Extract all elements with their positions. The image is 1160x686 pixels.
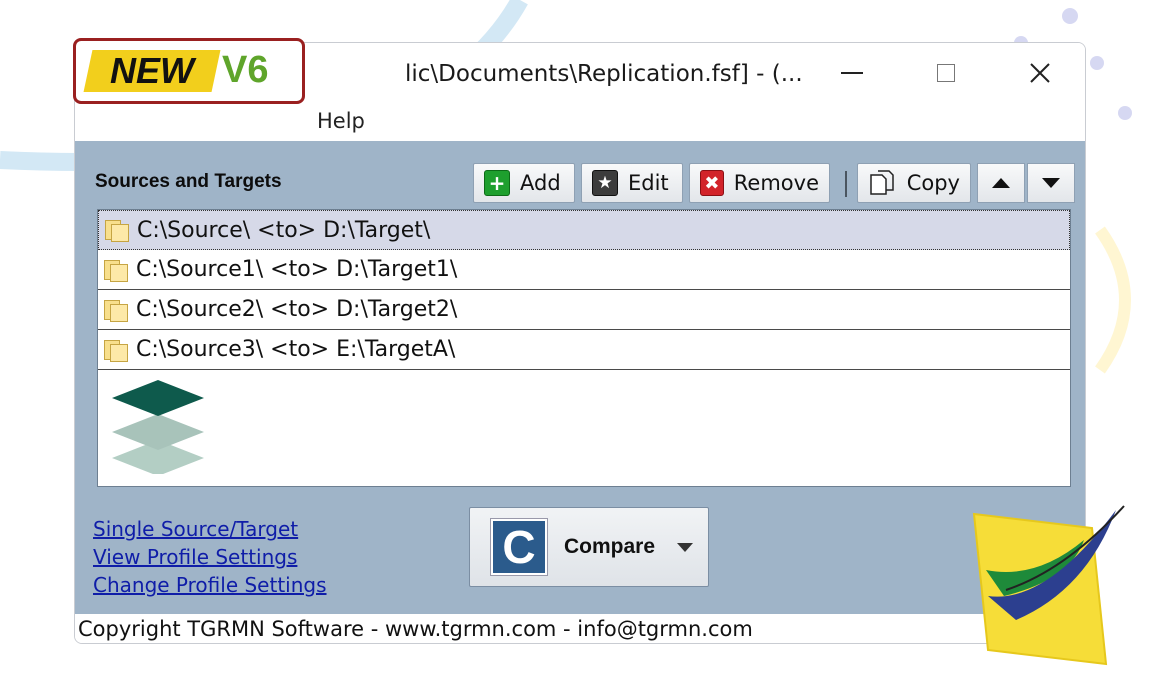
main-panel: Sources and Targets + Add ★ Edit ✖ Remov… <box>75 141 1085 614</box>
badge-new-label: NEW <box>83 50 221 92</box>
edit-button[interactable]: ★ Edit <box>581 163 683 203</box>
edit-button-label: Edit <box>628 171 669 195</box>
window-title: lic\Documents\Replication.fsf] - (... <box>405 61 803 87</box>
close-icon <box>1030 63 1050 83</box>
minimize-button[interactable] <box>827 53 877 93</box>
view-profile-settings-link[interactable]: View Profile Settings <box>93 543 327 571</box>
list-item[interactable]: C:\Source\ <to> D:\Target\ <box>98 210 1070 250</box>
compare-button[interactable]: C Compare <box>469 507 709 587</box>
list-item-label: C:\Source1\ <to> D:\Target1\ <box>136 257 458 282</box>
compare-icon: C <box>490 518 548 576</box>
copy-button[interactable]: Copy <box>857 163 971 203</box>
decor-dot <box>1062 8 1078 24</box>
folder-icon <box>105 218 131 242</box>
list-item[interactable]: C:\Source3\ <to> E:\TargetA\ <box>98 330 1070 370</box>
remove-button[interactable]: ✖ Remove <box>689 163 830 203</box>
decor-dot <box>1118 106 1132 120</box>
list-item-label: C:\Source3\ <to> E:\TargetA\ <box>136 337 456 362</box>
compare-button-label: Compare <box>564 535 656 558</box>
list-item[interactable]: C:\Source1\ <to> D:\Target1\ <box>98 250 1070 290</box>
folder-icon <box>104 258 130 282</box>
move-up-button[interactable] <box>977 163 1025 203</box>
sources-targets-list[interactable]: C:\Source\ <to> D:\Target\ C:\Source1\ <… <box>97 209 1071 487</box>
arrow-up-icon <box>992 178 1010 188</box>
menu-bar: Help <box>75 103 1085 139</box>
copy-button-label: Copy <box>906 171 960 195</box>
section-label: Sources and Targets <box>95 171 282 192</box>
layers-logo-icon <box>112 380 204 474</box>
maximize-icon <box>937 64 955 82</box>
close-button[interactable] <box>1015 53 1065 93</box>
badge-version-label: V6 <box>222 49 269 91</box>
folder-icon <box>104 298 130 322</box>
single-source-target-link[interactable]: Single Source/Target <box>93 515 327 543</box>
maximize-button[interactable] <box>921 53 971 93</box>
copy-icon <box>868 170 897 196</box>
move-down-button[interactable] <box>1027 163 1075 203</box>
list-item[interactable]: C:\Source2\ <to> D:\Target2\ <box>98 290 1070 330</box>
add-button-label: Add <box>520 171 561 195</box>
status-bar: Copyright TGRMN Software - www.tgrmn.com… <box>75 614 1085 643</box>
list-item-label: C:\Source\ <to> D:\Target\ <box>137 217 431 243</box>
profile-links: Single Source/Target View Profile Settin… <box>93 515 327 599</box>
product-logo-icon <box>972 505 1125 666</box>
star-icon: ★ <box>592 170 618 196</box>
list-item-label: C:\Source2\ <to> D:\Target2\ <box>136 297 458 322</box>
add-button[interactable]: + Add <box>473 163 575 203</box>
plus-icon: + <box>484 170 510 196</box>
minimize-icon <box>841 72 863 74</box>
remove-button-label: Remove <box>733 171 819 195</box>
app-window: lic\Documents\Replication.fsf] - (... He… <box>74 42 1086 644</box>
change-profile-settings-link[interactable]: Change Profile Settings <box>93 571 327 599</box>
new-version-badge: NEW V6 <box>73 38 305 104</box>
toolbar-separator <box>845 171 847 197</box>
chevron-down-icon[interactable] <box>677 542 694 552</box>
folder-icon <box>104 338 130 362</box>
menu-help[interactable]: Help <box>317 109 365 133</box>
delete-icon: ✖ <box>700 170 724 196</box>
decor-dot <box>1090 56 1104 70</box>
arrow-down-icon <box>1042 178 1060 188</box>
